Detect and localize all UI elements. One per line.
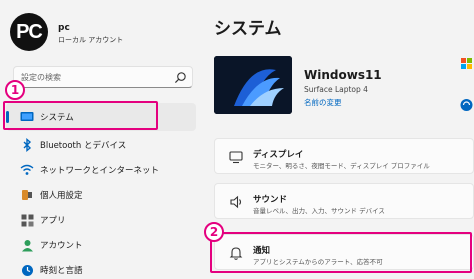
apps-icon: [20, 213, 34, 227]
user-name: pc: [58, 23, 70, 33]
sidebar-item-network[interactable]: ネットワークとインターネット: [6, 156, 196, 184]
sidebar-item-label: アカウント: [40, 241, 83, 251]
sound-icon: [230, 195, 242, 209]
search-placeholder: 設定の検索: [21, 73, 61, 82]
sidebar-item-accounts[interactable]: アカウント: [6, 231, 196, 259]
time-language-icon: [20, 263, 34, 277]
bluetooth-icon: [20, 138, 34, 152]
card-sound[interactable]: サウンド 音量レベル、出力、入力、サウンド デバイス: [214, 183, 474, 219]
device-model: Surface Laptop 4: [304, 85, 368, 94]
sidebar: PC pc ローカル アカウント 設定の検索 システム Bluetooth とデ…: [0, 0, 200, 279]
display-icon: [229, 151, 243, 164]
page-title: システム: [214, 19, 282, 39]
card-title: サウンド: [253, 195, 288, 205]
step-badge-1: 1: [5, 80, 25, 100]
card-subtitle: 音量レベル、出力、入力、サウンド デバイス: [253, 207, 385, 215]
card-title: ディスプレイ: [253, 150, 304, 160]
sidebar-item-label: アプリ: [40, 216, 66, 226]
sidebar-item-label: Bluetooth とデバイス: [40, 141, 127, 151]
sidebar-item-label: 時刻と言語: [40, 266, 83, 276]
sidebar-item-bluetooth[interactable]: Bluetooth とデバイス: [6, 131, 196, 159]
search-input[interactable]: 設定の検索: [13, 66, 193, 88]
right-edge-icons: [457, 55, 474, 115]
personalization-icon: [20, 188, 34, 202]
search-icon[interactable]: [174, 71, 187, 84]
account-type: ローカル アカウント: [58, 36, 124, 44]
sidebar-item-label: 個人用設定: [40, 191, 83, 201]
account-icon: [20, 238, 34, 252]
network-icon: [20, 163, 34, 177]
highlight-box-2: [210, 232, 472, 273]
sidebar-item-time-language[interactable]: 時刻と言語: [6, 256, 196, 279]
card-display[interactable]: ディスプレイ モニター、明るさ、夜間モード、ディスプレイ プロファイル: [214, 138, 474, 174]
highlight-box-1: [3, 101, 158, 130]
sidebar-item-personalization[interactable]: 個人用設定: [6, 181, 196, 209]
avatar[interactable]: PC: [10, 13, 48, 51]
rename-link[interactable]: 名前の変更: [304, 97, 342, 108]
device-thumbnail: [214, 56, 292, 114]
sidebar-item-apps[interactable]: アプリ: [6, 206, 196, 234]
step-badge-2: 2: [204, 222, 224, 242]
main-content: システム Windows11 Surface Laptop 4 名前の変更 ディ…: [200, 0, 474, 279]
device-name: Windows11: [304, 68, 382, 82]
card-subtitle: モニター、明るさ、夜間モード、ディスプレイ プロファイル: [253, 162, 430, 170]
sidebar-item-label: ネットワークとインターネット: [40, 166, 160, 176]
